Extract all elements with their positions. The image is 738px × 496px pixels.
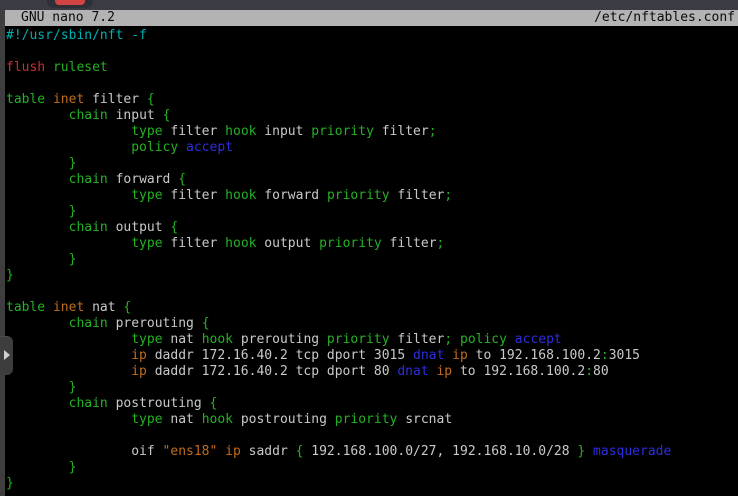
editor-line — [6, 284, 738, 300]
editor-line: } — [6, 268, 738, 284]
editor-line — [6, 428, 738, 444]
editor-line: #!/usr/sbin/nft -f — [6, 28, 738, 44]
editor-line: type filter hook output priority filter; — [6, 236, 738, 252]
editor-line: oif "ens18" ip saddr { 192.168.100.0/27,… — [6, 444, 738, 460]
editor-line: table inet filter { — [6, 92, 738, 108]
editor-line: type nat hook postrouting priority srcna… — [6, 412, 738, 428]
editor-line: type filter hook input priority filter; — [6, 124, 738, 140]
editor-line: policy accept — [6, 140, 738, 156]
browser-topbar — [0, 0, 738, 10]
editor-line: chain forward { — [6, 172, 738, 188]
editor-line — [6, 44, 738, 60]
novnc-control-bar-handle[interactable] — [0, 336, 13, 375]
editor-line: } — [6, 156, 738, 172]
editor-line: chain output { — [6, 220, 738, 236]
editor-line: ip daddr 172.16.40.2 tcp dport 80 dnat i… — [6, 364, 738, 380]
editor-line: flush ruleset — [6, 60, 738, 76]
editor-line: type nat hook prerouting priority filter… — [6, 332, 738, 348]
console-viewport: GNU nano 7.2 /etc/nftables.conf #!/usr/s… — [0, 0, 738, 496]
editor-line — [6, 76, 738, 92]
editor-line: ip daddr 172.16.40.2 tcp dport 3015 dnat… — [6, 348, 738, 364]
editor-line: chain prerouting { — [6, 316, 738, 332]
editor-line: } — [6, 252, 738, 268]
editor-line: chain input { — [6, 108, 738, 124]
editor-line: } — [6, 460, 738, 476]
expand-arrow-icon — [4, 350, 10, 360]
editor-line: } — [6, 204, 738, 220]
editor-line: chain postrouting { — [6, 396, 738, 412]
active-tab-indicator[interactable] — [55, 0, 85, 5]
editor-line: type filter hook forward priority filter… — [6, 188, 738, 204]
nano-filename-label: /etc/nftables.conf — [594, 10, 735, 26]
nano-version-label: GNU nano 7.2 — [21, 10, 115, 26]
editor-line: } — [6, 380, 738, 396]
editor-line: } — [6, 476, 738, 492]
nano-editor-content[interactable]: #!/usr/sbin/nft -f flush ruleset table i… — [5, 26, 738, 496]
nano-titlebar: GNU nano 7.2 /etc/nftables.conf — [5, 10, 738, 26]
editor-line: table inet nat { — [6, 300, 738, 316]
